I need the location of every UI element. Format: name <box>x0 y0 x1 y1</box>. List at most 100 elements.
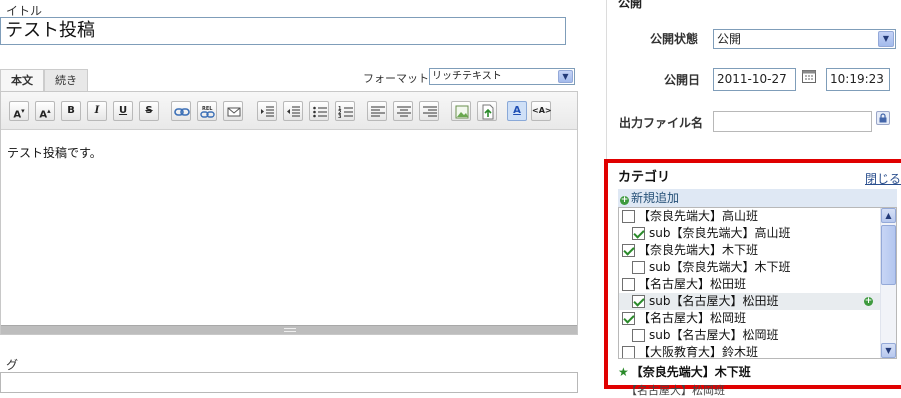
category-checkbox[interactable] <box>632 329 645 342</box>
align-left-icon <box>371 106 385 117</box>
category-checkbox[interactable] <box>632 295 645 308</box>
category-checkbox[interactable] <box>622 312 635 325</box>
sidebar-divider <box>606 0 607 160</box>
lock-icon <box>879 113 887 123</box>
category-scrollbar[interactable]: ▲ ▼ <box>880 208 896 358</box>
category-checkbox[interactable] <box>632 261 645 274</box>
status-select-value: 公開 <box>717 32 742 46</box>
italic-button[interactable]: I <box>87 101 107 121</box>
tags-label: グ <box>6 358 19 372</box>
numbered-list-button[interactable]: 123 <box>335 101 355 121</box>
category-item[interactable]: sub【奈良先端大】木下班 <box>619 259 881 276</box>
font-shrink-icon: A <box>13 109 22 121</box>
publish-date-input[interactable]: 2011-10-27 <box>713 68 796 91</box>
italic-icon: I <box>94 105 100 116</box>
add-subcategory-icon[interactable]: + <box>864 297 873 306</box>
title-input[interactable]: テスト投稿 <box>0 17 566 45</box>
category-item-label: 【奈良先端大】木下班 <box>638 243 759 257</box>
upload-file-button[interactable] <box>477 101 497 121</box>
html-mode-button[interactable]: <A> <box>531 101 552 121</box>
rel-link-icon: REL <box>200 106 215 118</box>
indent-button[interactable] <box>257 101 277 121</box>
align-center-button[interactable] <box>393 101 413 121</box>
category-checkbox[interactable] <box>632 227 645 240</box>
scroll-down-icon[interactable]: ▼ <box>881 343 896 358</box>
add-category-label: 新規追加 <box>631 191 680 205</box>
category-item-label: sub【名古屋大】松岡班 <box>649 328 779 342</box>
category-checkbox[interactable] <box>622 210 635 223</box>
category-item-label: 【名古屋大】松田班 <box>638 277 747 291</box>
category-item[interactable]: 【名古屋大】松岡班 <box>619 310 881 327</box>
tab-continued[interactable]: 続き <box>44 69 88 92</box>
lock-button[interactable] <box>876 111 890 125</box>
category-item[interactable]: 【名古屋大】松田班 <box>619 276 881 293</box>
editor-toolbar: A▾ A▴ B I U S REL 123 A <A> <box>1 92 577 130</box>
category-item[interactable]: sub【名古屋大】松田班 + <box>619 293 881 310</box>
font-grow-button[interactable]: A▴ <box>35 101 55 121</box>
text-color-button[interactable]: A <box>507 101 527 121</box>
secondary-category-label: 【名古屋大】松岡班 <box>626 384 725 397</box>
category-checkbox[interactable] <box>622 278 635 291</box>
category-item-label: sub【名古屋大】松田班 <box>649 294 779 308</box>
rel-link-button[interactable]: REL <box>197 101 217 121</box>
scrollbar-thumb[interactable] <box>881 225 896 285</box>
chevron-down-icon[interactable]: ▼ <box>878 31 894 47</box>
category-item[interactable]: sub【奈良先端大】高山班 <box>619 225 881 242</box>
editor-frame: A▾ A▴ B I U S REL 123 A <A> テスト投稿です。 <box>0 91 578 335</box>
plus-icon: + <box>620 195 629 205</box>
link-button[interactable] <box>171 101 191 121</box>
numbered-list-icon: 123 <box>338 106 353 120</box>
font-shrink-button[interactable]: A▾ <box>9 101 29 121</box>
scroll-up-icon[interactable]: ▲ <box>881 208 896 223</box>
category-item[interactable]: 【大阪教育大】鈴木班 <box>619 344 881 359</box>
indent-icon <box>261 106 274 117</box>
category-checkbox[interactable] <box>622 244 635 257</box>
outdent-button[interactable] <box>283 101 303 121</box>
html-code-icon: <A> <box>532 106 552 115</box>
svg-text:3: 3 <box>338 114 342 120</box>
strikethrough-button[interactable]: S <box>139 101 159 121</box>
bold-icon: B <box>67 105 75 116</box>
insert-image-button[interactable] <box>451 101 471 121</box>
category-list: 【奈良先端大】高山班 sub【奈良先端大】高山班 【奈良先端大】木下班 sub【… <box>618 207 897 359</box>
format-select[interactable]: リッチテキスト ▼ <box>429 68 575 85</box>
font-grow-icon: A <box>39 109 48 121</box>
category-checkbox[interactable] <box>622 346 635 358</box>
category-item-label: sub【奈良先端大】高山班 <box>649 226 791 240</box>
category-item[interactable]: 【奈良先端大】高山班 <box>619 208 881 225</box>
status-label: 公開状態 <box>650 32 699 46</box>
category-item[interactable]: 【奈良先端大】木下班 <box>619 242 881 259</box>
align-right-button[interactable] <box>419 101 439 121</box>
align-left-button[interactable] <box>367 101 387 121</box>
category-close-link[interactable]: 閉じる <box>865 170 901 187</box>
envelope-icon <box>227 107 241 117</box>
secondary-category-partial: 【名古屋大】松岡班 <box>626 382 725 398</box>
status-select[interactable]: 公開 ▼ <box>713 29 896 49</box>
category-item-label: 【奈良先端大】高山班 <box>638 209 759 223</box>
underline-icon: U <box>118 105 128 116</box>
bold-button[interactable]: B <box>61 101 81 121</box>
publish-time-input[interactable]: 10:19:23 <box>826 68 890 91</box>
star-icon: ★ <box>618 365 629 379</box>
editor-resize-handle[interactable] <box>1 325 577 334</box>
tab-body[interactable]: 本文 <box>0 69 44 93</box>
strikethrough-icon: S <box>145 105 153 116</box>
svg-text:REL: REL <box>202 106 213 112</box>
primary-category: ★ 【奈良先端大】木下班 <box>618 363 751 380</box>
underline-button[interactable]: U <box>113 101 133 121</box>
publish-date-label: 公開日 <box>664 73 701 87</box>
category-title: カテゴリ <box>618 170 671 185</box>
category-item[interactable]: sub【名古屋大】松岡班 <box>619 327 881 344</box>
email-link-button[interactable] <box>223 101 243 121</box>
category-item-label: 【大阪教育大】鈴木班 <box>638 345 759 359</box>
tags-input[interactable] <box>0 372 578 393</box>
editor-content[interactable]: テスト投稿です。 <box>7 144 102 161</box>
chevron-down-icon[interactable]: ▼ <box>558 70 573 83</box>
calendar-icon[interactable] <box>802 69 816 83</box>
category-item-label: 【名古屋大】松岡班 <box>638 311 747 325</box>
grip-icon <box>284 328 296 332</box>
category-item-label: sub【奈良先端大】木下班 <box>649 260 791 274</box>
filename-input[interactable] <box>713 111 872 132</box>
add-category-button[interactable]: + 新規追加 <box>618 189 897 207</box>
bullet-list-button[interactable] <box>309 101 329 121</box>
